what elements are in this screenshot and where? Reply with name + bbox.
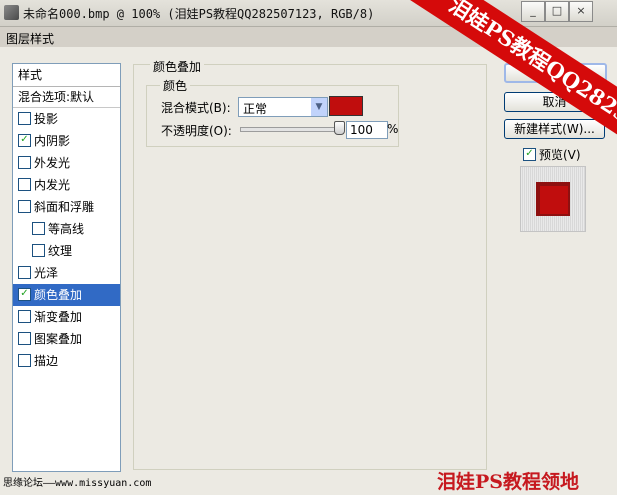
style-item-satin[interactable]: 光泽 (13, 262, 120, 284)
style-item-label: 斜面和浮雕 (34, 200, 95, 214)
style-item-pattern-overlay[interactable]: 图案叠加 (13, 328, 120, 350)
preview-fill (540, 186, 568, 214)
style-item-color-overlay[interactable]: ✓ 颜色叠加 (13, 284, 120, 306)
style-item-inner-shadow[interactable]: ✓ 内阴影 (13, 130, 120, 152)
checkbox-icon[interactable] (18, 200, 31, 213)
checkbox-icon[interactable] (32, 222, 45, 235)
style-item-label: 外发光 (34, 156, 71, 170)
checkbox-icon[interactable] (18, 156, 31, 169)
maximize-button[interactable]: □ (545, 1, 569, 22)
style-item-label: 图案叠加 (34, 332, 83, 346)
checkbox-icon[interactable] (18, 332, 31, 345)
style-item-label: 光泽 (34, 266, 59, 280)
opacity-slider-handle[interactable] (334, 121, 345, 135)
style-item-label: 渐变叠加 (34, 310, 83, 324)
checkbox-icon[interactable] (18, 178, 31, 191)
chevron-down-icon: ▼ (310, 98, 327, 116)
checkbox-icon[interactable] (18, 354, 31, 367)
footer-watermark-left: 思缘论坛——www.missyuan.com (3, 478, 152, 489)
checkbox-icon[interactable] (18, 266, 31, 279)
style-item-label: 描边 (34, 354, 59, 368)
color-group-title: 颜色 (160, 77, 191, 94)
blend-mode-select[interactable]: 正常 ▼ (238, 97, 328, 117)
style-item-bevel-emboss[interactable]: 斜面和浮雕 (13, 196, 120, 218)
close-button[interactable]: × (569, 1, 593, 22)
footer-watermark-right: 泪娃PS教程领地 (437, 471, 580, 493)
preview-label: 预览(V) (539, 148, 581, 162)
section-title: 颜色叠加 (150, 58, 205, 75)
style-item-label: 纹理 (48, 244, 73, 258)
blend-mode-value: 正常 (243, 102, 268, 116)
preview-checkbox[interactable]: ✓ 预览(V) (523, 146, 581, 163)
opacity-slider-track[interactable] (240, 127, 344, 132)
opacity-unit: % (387, 122, 399, 136)
title-bar: 未命名000.bmp @ 100% (泪娃PS教程QQ282507123, RG… (0, 0, 617, 27)
opacity-input[interactable]: 100 (346, 121, 388, 139)
check-icon[interactable]: ✓ (18, 288, 31, 301)
style-item-label: 内发光 (34, 178, 71, 192)
checkbox-icon[interactable] (32, 244, 45, 257)
style-item-outer-glow[interactable]: 外发光 (13, 152, 120, 174)
photoshop-doc-icon (4, 5, 19, 20)
checkbox-icon[interactable] (18, 112, 31, 125)
opacity-label: 不透明度(O): (161, 124, 232, 138)
style-item-drop-shadow[interactable]: 投影 (13, 108, 120, 130)
checkbox-icon[interactable] (18, 310, 31, 323)
minimize-button[interactable]: _ (521, 1, 545, 22)
blend-options-item[interactable]: 混合选项:默认 (13, 87, 120, 108)
style-item-label: 投影 (34, 112, 59, 126)
blend-mode-label: 混合模式(B): (161, 101, 231, 115)
style-item-texture[interactable]: 纹理 (13, 240, 120, 262)
styles-list: 样式 混合选项:默认 投影 ✓ 内阴影 外发光 内发光 斜面和浮雕 等高线 纹理 光泽 ✓ 颜色叠加… (12, 63, 121, 472)
style-item-gradient-overlay[interactable]: 渐变叠加 (13, 306, 120, 328)
style-item-label: 颜色叠加 (34, 288, 83, 302)
style-item-stroke[interactable]: 描边 (13, 350, 120, 372)
style-item-contour[interactable]: 等高线 (13, 218, 120, 240)
window-title: 未命名000.bmp @ 100% (泪娃PS教程QQ282507123, RG… (23, 7, 375, 21)
overlay-color-swatch[interactable] (329, 96, 363, 116)
new-style-button[interactable]: 新建样式(W)... (504, 119, 605, 139)
style-item-label: 内阴影 (34, 134, 71, 148)
check-icon: ✓ (523, 148, 536, 161)
style-item-label: 等高线 (48, 222, 85, 236)
styles-header[interactable]: 样式 (13, 64, 120, 87)
dialog-title: 图层样式 (6, 32, 55, 46)
style-item-inner-glow[interactable]: 内发光 (13, 174, 120, 196)
check-icon[interactable]: ✓ (18, 134, 31, 147)
style-preview-thumbnail (520, 166, 586, 232)
